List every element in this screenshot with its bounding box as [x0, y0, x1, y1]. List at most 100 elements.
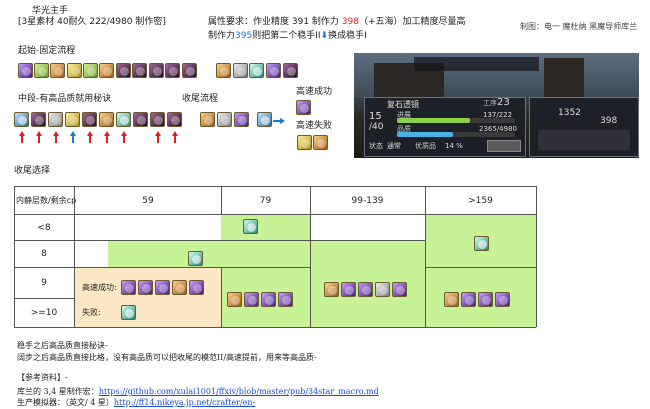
skill-icon: [297, 135, 312, 150]
hq-value: 14 %: [445, 142, 463, 150]
skill-icon: [266, 63, 281, 78]
status-value: 通常: [387, 142, 401, 150]
skill-icon: [227, 292, 242, 307]
fast-touch-icon: [296, 100, 311, 115]
reference-2: 生产模拟器：（英文/ 4 星）http://ff14.nikeya.jp.net…: [17, 398, 255, 408]
skill-icon: [244, 292, 259, 307]
step-label: 工序: [483, 99, 497, 107]
table-corner-header: 内静层数/剩余cp: [16, 196, 77, 205]
red-arrow-icon: [121, 131, 127, 143]
attr-text: 属性要求：作业精度 391 制作力: [208, 17, 342, 27]
table-line: [221, 267, 222, 327]
skill-icon: [82, 112, 97, 127]
table-line: [425, 267, 536, 268]
skill-icon: [155, 280, 170, 295]
skill-icon: [257, 112, 272, 127]
crafting-item-name: 复石透镜: [387, 100, 419, 109]
note-line-2: 阔步之后高品质直接比格，没有高品质可以把收尾的模范II/高速提前，用来等高品质-: [17, 353, 317, 362]
skill-icon: [478, 292, 493, 307]
skill-icon: [138, 280, 153, 295]
cell-8-59-79: [108, 240, 310, 267]
table-line: [74, 186, 75, 327]
reference-1-link[interactable]: https://github.com/xulai1001/ffxiv/blob/…: [99, 387, 379, 396]
skill-icon: [461, 292, 476, 307]
skill-icon: [341, 282, 356, 297]
table-line: [14, 186, 536, 187]
durability-value: 15: [369, 111, 382, 122]
red-arrow-icon: [155, 131, 161, 143]
reference-1-label: 库兰的 3,4 星制作宏：: [17, 387, 99, 396]
step-value: 23: [497, 97, 510, 108]
reference-2-label: 生产模拟器：（英文/ 4 星）: [17, 398, 114, 407]
table-line: [536, 186, 537, 327]
attr-craftsmanship-value: 398: [341, 17, 359, 27]
table-line: [14, 298, 74, 299]
opening-section-title: 起始-固定流程: [18, 46, 76, 56]
skill-icon: [283, 63, 298, 78]
table-line: [14, 267, 310, 268]
skill-icon: [116, 63, 131, 78]
skill-icon: [150, 112, 165, 127]
attr2-text-mid: 则把第二个稳手II: [252, 31, 321, 41]
character-window: 1352 398: [529, 97, 639, 157]
skill-icon: [67, 63, 82, 78]
red-arrow-icon: [87, 131, 93, 143]
buff-area: [538, 130, 630, 150]
legend-fail-label: 高速失败: [296, 121, 333, 131]
credit-text: 制图：电一 魔杜纳 黑魔导师库兰: [520, 22, 638, 31]
cp-max: 398: [600, 116, 618, 126]
skill-icon: [200, 112, 215, 127]
red-arrow-icon: [172, 131, 178, 143]
red-arrow-icon: [53, 131, 59, 143]
skill-icon: [149, 63, 164, 78]
skill-icon: [65, 112, 80, 127]
quit-button[interactable]: [487, 140, 521, 152]
blue-arrow-icon: [273, 118, 285, 124]
skill-icon: [31, 112, 46, 127]
skill-icon: [99, 112, 114, 127]
row-header: <8: [37, 223, 51, 233]
cell-9-10-59: [74, 267, 221, 327]
reference-2-link[interactable]: http://ff14.nikeya.jp.net/crafter/en-: [114, 398, 255, 407]
skill-icon: [216, 63, 231, 78]
game-screenshot: 复石透镜 工序 23 15 /40 进展 137/222 品质 2365/498…: [354, 53, 639, 158]
references-title: 【参考资料】-: [17, 373, 68, 382]
skill-icon: [14, 112, 29, 127]
blue-arrow-icon: [70, 131, 76, 143]
skill-icon: [116, 112, 131, 127]
cp-value: 1352: [558, 108, 581, 118]
skill-icon: [133, 112, 148, 127]
game-hotbar: [414, 57, 539, 71]
page-title: 华光主手: [32, 6, 69, 16]
skill-icon: [167, 112, 182, 127]
skill-icon: [172, 280, 187, 295]
progress-fill: [397, 118, 470, 123]
col-header: 99-139: [351, 196, 384, 206]
skill-icon: [243, 219, 258, 234]
table-line: [14, 240, 425, 241]
durability-max-value: 40: [372, 122, 384, 132]
skill-icon: [278, 292, 293, 307]
col-header: 59: [142, 196, 154, 206]
col-header: >159: [468, 196, 493, 206]
red-arrow-icon: [19, 131, 25, 143]
skill-icon: [34, 63, 49, 78]
table-line: [14, 214, 536, 215]
crafting-window: 复石透镜 工序 23 15 /40 进展 137/222 品质 2365/498…: [364, 97, 526, 157]
skill-icon: [189, 280, 204, 295]
page-subtitle: [3星素材 40耐久 222/4980 制作密]: [18, 17, 166, 27]
midgame-section-title: 中段-有高品质就用秘诀: [18, 94, 112, 104]
attr-text-tail: （+五海）加工精度尽量高: [358, 17, 466, 27]
row-header: 8: [41, 249, 47, 259]
skill-icon: [261, 292, 276, 307]
attr2-cp-value: 395: [235, 31, 253, 41]
hq-number: 14: [445, 142, 454, 150]
attribute-requirement-line1: 属性要求：作业精度 391 制作力 398（+五海）加工精度尽量高: [208, 17, 466, 28]
skill-icon: [50, 63, 65, 78]
finish-section-title: 收尾流程: [182, 94, 219, 104]
success-label: 高速成功:: [82, 283, 117, 292]
cell-lt8-79: [221, 214, 310, 240]
skill-icon: [444, 292, 459, 307]
skill-icon: [182, 63, 197, 78]
skill-icon: [165, 63, 180, 78]
